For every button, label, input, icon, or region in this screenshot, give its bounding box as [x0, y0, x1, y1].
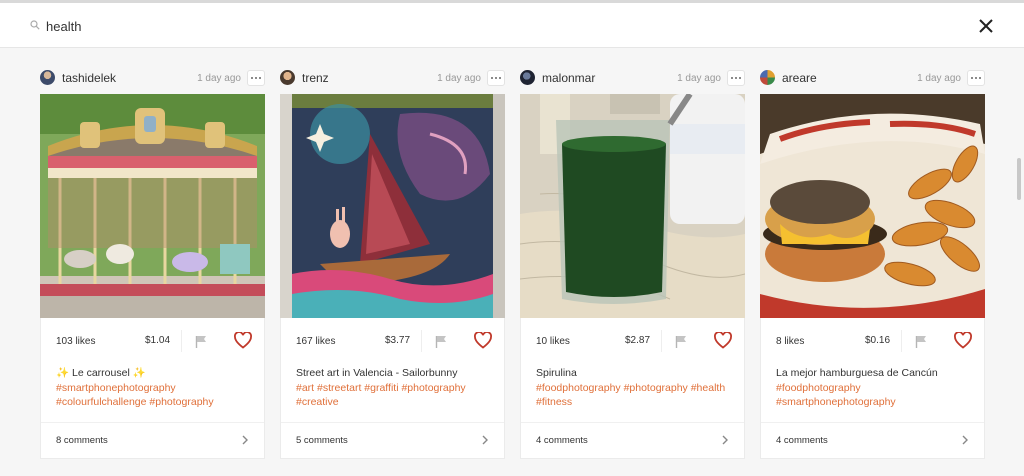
comments-link[interactable]: 4 comments: [776, 435, 828, 446]
post-time: 1 day ago: [677, 73, 721, 84]
comments-link[interactable]: 4 comments: [536, 435, 588, 446]
chevron-right-icon[interactable]: [241, 435, 249, 445]
post-photo-carousel[interactable]: [40, 94, 265, 318]
scrollbar-thumb[interactable]: [1017, 158, 1021, 200]
username[interactable]: trenz: [302, 71, 329, 85]
post-feed: tashidelek 1 day ago 103 likes $1.04 ✨ L…: [40, 66, 990, 476]
separator: [181, 330, 182, 352]
flag-icon[interactable]: [435, 335, 447, 348]
flag-icon[interactable]: [195, 335, 207, 348]
post-tags[interactable]: #foodphotography #photography #health #f…: [536, 381, 736, 410]
divider: [761, 422, 984, 423]
chevron-right-icon[interactable]: [961, 435, 969, 445]
avatar[interactable]: [280, 70, 295, 85]
more-icon[interactable]: [967, 70, 985, 86]
post-header: areare 1 day ago: [760, 66, 985, 90]
heart-icon[interactable]: [714, 332, 732, 349]
chevron-right-icon[interactable]: [481, 435, 489, 445]
post-details: 103 likes $1.04 ✨ Le carrousel ✨ #smartp…: [40, 318, 265, 459]
heart-icon[interactable]: [954, 332, 972, 349]
flag-icon[interactable]: [675, 335, 687, 348]
post-tags[interactable]: #foodphotography #smartphonephotography: [776, 381, 976, 410]
more-icon[interactable]: [247, 70, 265, 86]
post-time: 1 day ago: [917, 73, 961, 84]
search-input[interactable]: [46, 15, 846, 37]
likes-count[interactable]: 167 likes: [296, 336, 335, 347]
post-value: $3.77: [385, 335, 411, 346]
top-divider: [0, 0, 1024, 3]
username[interactable]: malonmar: [542, 71, 595, 85]
search-bar: [0, 0, 1024, 48]
likes-count[interactable]: 10 likes: [536, 336, 570, 347]
post-photo-burger[interactable]: [760, 94, 985, 318]
post-value: $0.16: [865, 335, 891, 346]
post-tags[interactable]: #art #streetart #graffiti #photography #…: [296, 381, 496, 410]
post-details: 167 likes $3.77 Street art in Valencia -…: [280, 318, 505, 459]
divider: [41, 422, 264, 423]
post-photo-street-art[interactable]: [280, 94, 505, 318]
separator: [661, 330, 662, 352]
likes-count[interactable]: 8 likes: [776, 336, 804, 347]
heart-icon[interactable]: [474, 332, 492, 349]
post-details: 10 likes $2.87 Spirulina #foodphotograph…: [520, 318, 745, 459]
post-caption: ✨ Le carrousel ✨: [56, 367, 146, 379]
separator: [421, 330, 422, 352]
comments-link[interactable]: 5 comments: [296, 435, 348, 446]
post-tags[interactable]: #smartphonephotography #colourfulchallen…: [56, 381, 256, 410]
more-icon[interactable]: [487, 70, 505, 86]
post-value: $1.04: [145, 335, 171, 346]
post-header: malonmar 1 day ago: [520, 66, 745, 90]
post-header: trenz 1 day ago: [280, 66, 505, 90]
username[interactable]: areare: [782, 71, 817, 85]
search-icon: [30, 20, 40, 30]
post-photo-spirulina[interactable]: [520, 94, 745, 318]
likes-count[interactable]: 103 likes: [56, 336, 95, 347]
avatar[interactable]: [40, 70, 55, 85]
post-header: tashidelek 1 day ago: [40, 66, 265, 90]
heart-icon[interactable]: [234, 332, 252, 349]
avatar[interactable]: [520, 70, 535, 85]
post-value: $2.87: [625, 335, 651, 346]
divider: [521, 422, 744, 423]
chevron-right-icon[interactable]: [721, 435, 729, 445]
post-time: 1 day ago: [197, 73, 241, 84]
close-icon[interactable]: [976, 16, 996, 36]
avatar[interactable]: [760, 70, 775, 85]
post-details: 8 likes $0.16 La mejor hamburguesa de Ca…: [760, 318, 985, 459]
divider: [281, 422, 504, 423]
post-caption: Street art in Valencia - Sailorbunny: [296, 367, 458, 379]
post-time: 1 day ago: [437, 73, 481, 84]
separator: [901, 330, 902, 352]
flag-icon[interactable]: [915, 335, 927, 348]
post-caption: La mejor hamburguesa de Cancún: [776, 367, 938, 379]
post-caption: Spirulina: [536, 367, 577, 379]
more-icon[interactable]: [727, 70, 745, 86]
username[interactable]: tashidelek: [62, 71, 116, 85]
comments-link[interactable]: 8 comments: [56, 435, 108, 446]
